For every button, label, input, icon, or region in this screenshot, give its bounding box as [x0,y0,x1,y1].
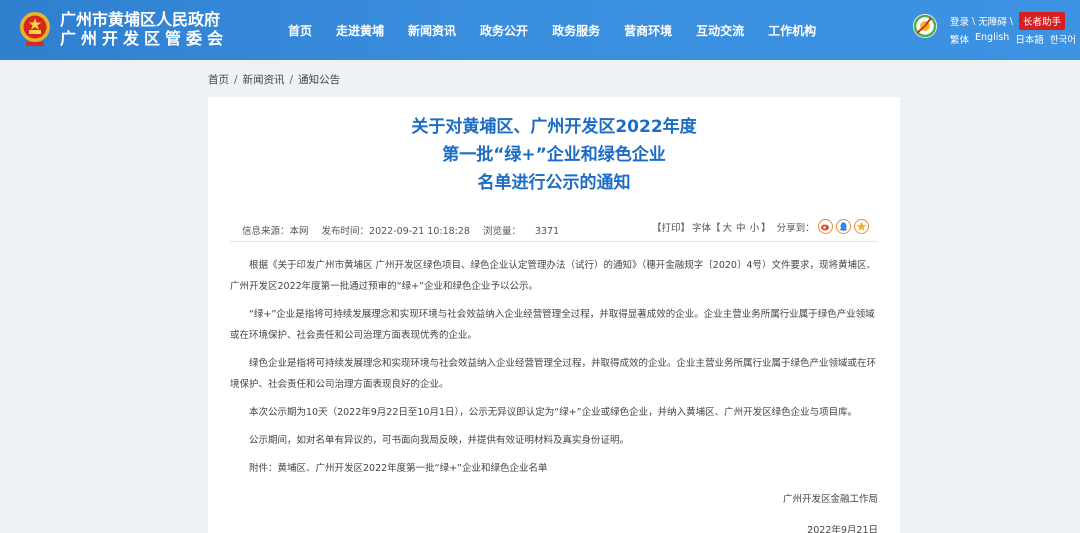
site-logo[interactable]: 广州市黄埔区人民政府 广州开发区管委会 [18,10,228,48]
body-paragraph: 根据《关于印发广州市黄埔区 广州开发区绿色项目、绿色企业认定管理办法（试行）的通… [230,260,876,292]
body-paragraph: 公示期间，如对名单有异议的，可书面向我局反映，并提供有效证明材料及真实身份证明。 [249,435,630,446]
qzone-share-icon[interactable] [853,219,869,234]
nav-news[interactable]: 新闻资讯 [408,22,456,39]
nav-home[interactable]: 首页 [288,22,312,39]
language-switcher: 繁体 English 日本語 한국어 [950,32,1080,46]
article-title: 关于对黄埔区、广州开发区2022年度 第一批“绿+”企业和绿色企业 名单进行公示… [208,113,900,197]
print-button[interactable]: 【打印】 [652,220,690,234]
breadcrumb-separator: / [289,74,294,86]
org-name-secondary: 广州开发区管委会 [60,29,229,48]
breadcrumb: 首页 / 新闻资讯 / 通知公告 [208,72,340,87]
separator: \ [1009,15,1013,27]
nav-gov-services[interactable]: 政务服务 [552,22,600,39]
font-large-button[interactable]: 大 [723,220,733,234]
font-size-label-close: 】 [761,222,771,234]
meta-source: 信息来源：本网 [242,226,309,237]
article-meta: 信息来源：本网 发布时间：2022-09-21 10:18:28 浏览量： 337… [242,223,569,237]
nav-about-huangpu[interactable]: 走进黄埔 [336,22,384,39]
issuer-signature: 广州开发区金融工作局 [782,494,878,505]
accessibility-link[interactable]: 无障碍 [978,14,1007,28]
font-size-label: 字体【 [692,222,721,234]
meta-views-label: 浏览量： [482,226,521,237]
article-title-line: 第一批“绿+”企业和绿色企业 [442,145,666,165]
breadcrumb-notices[interactable]: 通知公告 [298,74,340,86]
separator: \ [972,15,976,27]
font-medium-button[interactable]: 中 [736,220,746,234]
lang-japanese[interactable]: 日本語 [1015,32,1044,46]
meta-views-count: 3371 [535,226,560,237]
body-paragraph: 绿色企业是指将可持续发展理念和实现环境与社会效益纳入企业经营管理全过程，并取得成… [230,358,877,390]
site-header: 广州市黄埔区人民政府 广州开发区管委会 首页 走进黄埔 新闻资讯 政务公开 政务… [0,0,1080,60]
meta-divider [230,241,878,242]
elder-assistant-button[interactable]: 长者助手 [1018,12,1065,30]
breadcrumb-news[interactable]: 新闻资讯 [243,74,285,86]
article-title-line: 关于对黄埔区、广州开发区2022年度 [411,117,697,137]
login-link[interactable]: 登录 [950,14,969,28]
nav-interaction[interactable]: 互动交流 [696,22,744,39]
main-nav: 首页 走进黄埔 新闻资讯 政务公开 政务服务 营商环境 互动交流 工作机构 [276,0,828,60]
article-title-line: 名单进行公示的通知 [477,173,631,193]
article-tools: 【打印】 字体【 大 中 小 】 分享到： [650,219,869,234]
font-small-button[interactable]: 小 [750,220,760,234]
accessibility-logo-icon[interactable] [912,13,938,39]
lang-english[interactable]: English [975,32,1009,46]
body-paragraph: 本次公示期为10天（2022年9月22日至10月1日），公示无异议即认定为“绿+… [249,407,858,418]
org-name-primary: 广州市黄埔区人民政府 [60,10,221,29]
breadcrumb-separator: / [234,74,238,86]
nav-departments[interactable]: 工作机构 [768,22,816,39]
meta-published: 发布时间：2022-09-21 10:18:28 [321,226,470,237]
nav-business-env[interactable]: 营商环境 [624,22,672,39]
nav-gov-disclosure[interactable]: 政务公开 [480,22,528,39]
share-label: 分享到： [776,222,815,234]
lang-korean[interactable]: 한국어 [1050,32,1076,46]
breadcrumb-home[interactable]: 首页 [208,74,229,86]
article-card: 关于对黄埔区、广州开发区2022年度 第一批“绿+”企业和绿色企业 名单进行公示… [208,97,900,533]
qq-share-icon[interactable] [835,219,851,234]
weibo-share-icon[interactable] [817,219,833,234]
article-body: 根据《关于印发广州市黄埔区 广州开发区绿色项目、绿色企业认定管理办法（试行）的通… [230,255,878,533]
issue-date: 2022年9月21日 [807,525,878,533]
attachment-link[interactable]: 附件：黄埔区、广州开发区2022年度第一批“绿+”企业和绿色企业名单 [230,458,878,479]
national-emblem-icon [20,12,50,46]
body-paragraph: “绿+”企业是指将可持续发展理念和实现环境与社会效益纳入企业经营管理全过程，并取… [230,309,875,341]
lang-traditional[interactable]: 繁体 [950,32,969,46]
